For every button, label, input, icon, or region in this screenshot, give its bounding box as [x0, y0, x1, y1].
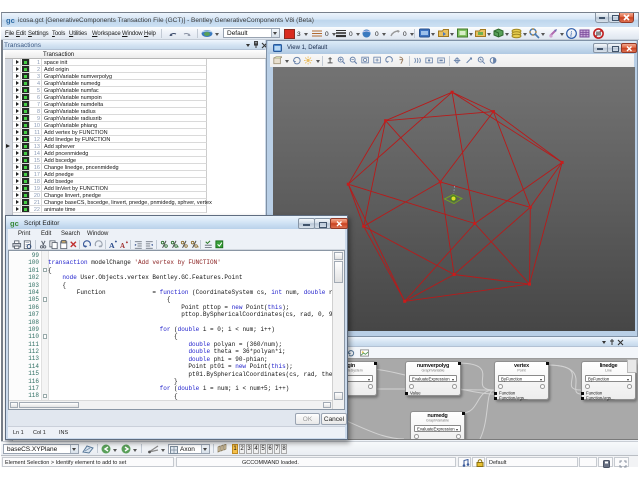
svg-text:i: i [570, 30, 572, 39]
svg-text:A: A [120, 243, 125, 250]
svg-text:A: A [109, 241, 115, 250]
svg-text:gc: gc [6, 16, 15, 25]
svg-text:gc: gc [10, 219, 19, 228]
